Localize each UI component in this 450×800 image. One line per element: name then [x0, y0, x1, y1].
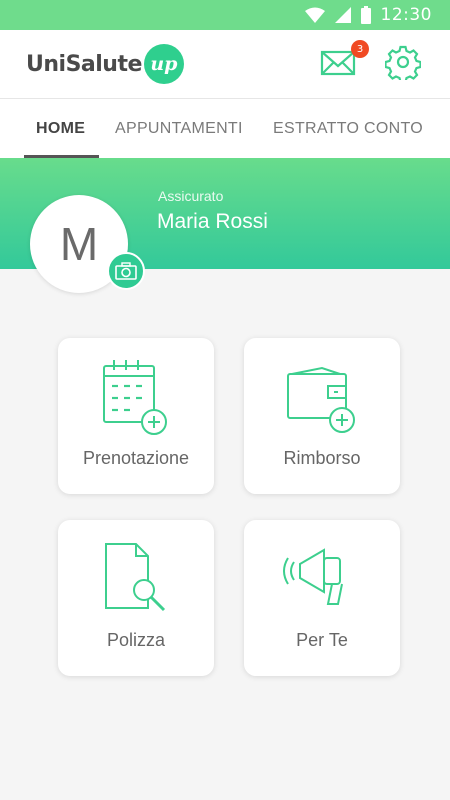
- messages-button[interactable]: 3: [320, 40, 369, 86]
- tab-appuntamenti[interactable]: APPUNTAMENTI: [115, 99, 243, 159]
- logo-text: UniSalute: [26, 51, 142, 77]
- calendar-add-icon: [103, 360, 167, 435]
- signal-icon: [334, 7, 351, 23]
- change-photo-button[interactable]: [107, 252, 145, 290]
- tab-bar: HOME APPUNTAMENTI ESTRATTO CONTO: [0, 98, 450, 158]
- camera-icon: [115, 262, 137, 280]
- battery-icon: [360, 6, 371, 24]
- status-time: 12:30: [380, 5, 432, 25]
- card-label: Prenotazione: [82, 448, 190, 468]
- logo-badge-text: up: [150, 53, 178, 75]
- profile-role: Assicurato: [158, 188, 224, 204]
- megaphone-icon: [283, 548, 343, 605]
- logo-badge: up: [143, 44, 184, 84]
- card-prenotazione[interactable]: Prenotazione: [58, 338, 214, 494]
- app-header: UniSalute up 3: [0, 30, 450, 98]
- status-bar: 12:30: [0, 0, 450, 30]
- avatar-initial: M: [59, 218, 99, 270]
- card-label: Rimborso: [283, 448, 361, 468]
- gear-icon: [384, 45, 422, 84]
- card-label: Polizza: [106, 630, 166, 650]
- document-search-icon: [105, 543, 166, 612]
- wallet-add-icon: [287, 366, 355, 433]
- tab-home[interactable]: HOME: [36, 99, 85, 159]
- settings-button[interactable]: [384, 44, 422, 84]
- card-per-te[interactable]: Per Te: [244, 520, 400, 676]
- card-label: Per Te: [296, 630, 348, 650]
- tab-estratto-conto[interactable]: ESTRATTO CONTO: [273, 99, 423, 159]
- card-polizza[interactable]: Polizza: [58, 520, 214, 676]
- unread-count-badge: 3: [351, 40, 369, 58]
- card-rimborso[interactable]: Rimborso: [244, 338, 400, 494]
- app-logo: UniSalute up: [26, 44, 184, 84]
- wifi-icon: [304, 7, 325, 23]
- profile-name: Maria Rossi: [157, 210, 268, 233]
